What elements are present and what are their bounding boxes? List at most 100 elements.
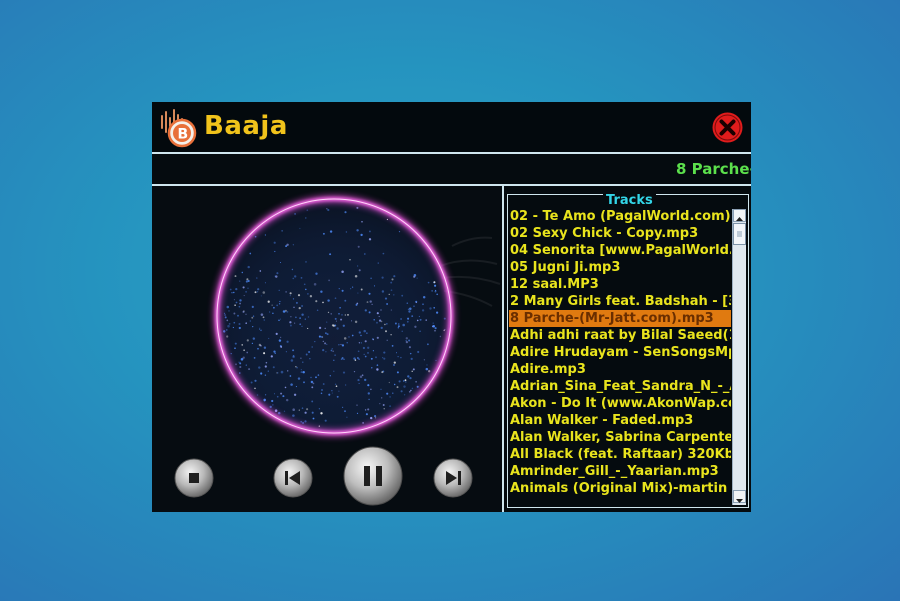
visualizer-particle bbox=[398, 323, 400, 325]
visualizer-particle bbox=[361, 374, 364, 377]
visualizer-particle bbox=[425, 367, 429, 371]
visualizer-particle bbox=[263, 398, 266, 402]
previous-button[interactable] bbox=[273, 458, 313, 498]
visualizer-particle bbox=[396, 386, 399, 389]
visualizer-particle bbox=[370, 388, 372, 391]
visualizer-particle bbox=[408, 390, 411, 393]
visualizer-particle bbox=[279, 318, 282, 320]
visualizer-particle bbox=[275, 332, 278, 335]
visualizer-particle bbox=[358, 358, 360, 360]
visualizer-particle bbox=[368, 238, 372, 241]
track-item[interactable]: 05 Jugni Ji.mp3 bbox=[509, 259, 731, 276]
visualizer-particle bbox=[270, 355, 273, 358]
visualizer-particle bbox=[312, 382, 315, 385]
track-item[interactable]: Animals vs. Bomb A Drop (TJO Tiesto).mp3 bbox=[509, 497, 731, 498]
visualizer-particle bbox=[334, 383, 337, 386]
visualizer-particle bbox=[309, 295, 313, 298]
visualizer-particle bbox=[374, 417, 377, 419]
track-list-scrollbar[interactable] bbox=[732, 209, 746, 505]
visualizer-particle bbox=[245, 313, 247, 315]
player-window: B Baaja 8 Parche- Tracks 02 - Te Amo (Pa… bbox=[152, 102, 751, 512]
visualizer-particle bbox=[411, 387, 414, 390]
visualizer-particle bbox=[340, 318, 343, 321]
visualizer-particle bbox=[421, 309, 425, 312]
track-item[interactable]: Amrinder_Gill_-_Yaarian.mp3 bbox=[509, 463, 731, 480]
visualizer-particle bbox=[235, 363, 237, 366]
visualizer-particle bbox=[299, 323, 302, 326]
scroll-thumb[interactable] bbox=[733, 223, 746, 245]
visualizer-particle bbox=[415, 381, 417, 383]
track-item[interactable]: Adire.mp3 bbox=[509, 361, 731, 378]
visualizer-particle bbox=[382, 404, 385, 406]
visualizer-particle bbox=[268, 337, 270, 339]
visualizer-particle bbox=[331, 390, 333, 392]
visualizer-particle bbox=[240, 358, 244, 361]
visualizer-particle bbox=[251, 316, 254, 319]
visualizer-particle bbox=[307, 316, 310, 318]
visualizer-particle bbox=[260, 313, 264, 316]
scroll-up-button[interactable] bbox=[733, 209, 746, 222]
visualizer-particle bbox=[320, 290, 323, 293]
visualizer-particle bbox=[432, 322, 434, 324]
now-playing-marquee: 8 Parche- bbox=[152, 154, 751, 184]
track-item[interactable]: 2 Many Girls feat. Badshah - [320kbps].m… bbox=[509, 293, 731, 310]
visualizer-particle bbox=[413, 275, 416, 278]
track-list[interactable]: 02 - Te Amo (PagalWorld.com).mp302 Sexy … bbox=[509, 208, 731, 498]
stop-button[interactable] bbox=[174, 458, 214, 498]
next-button[interactable] bbox=[433, 458, 473, 498]
visualizer-particle bbox=[409, 307, 412, 310]
track-item[interactable]: Akon - Do It (www.AkonWap.com).mp3 bbox=[509, 395, 731, 412]
visualizer-particle bbox=[264, 234, 266, 236]
visualizer-particle bbox=[375, 356, 377, 359]
visualizer-particle bbox=[233, 299, 235, 301]
track-item[interactable]: Adrian_Sina_Feat_Sandra_N_-_Angel.mp3 bbox=[509, 378, 731, 395]
close-icon[interactable] bbox=[712, 112, 743, 143]
visualizer-particle bbox=[265, 394, 267, 396]
track-item[interactable]: Adhi adhi raat by Bilal Saeed(1).mp3 bbox=[509, 327, 731, 344]
visualizer-particle bbox=[285, 291, 287, 293]
scroll-down-button[interactable] bbox=[733, 490, 746, 503]
visualizer-particle bbox=[326, 321, 328, 323]
visualizer-particle bbox=[260, 295, 262, 297]
visualizer-particle bbox=[383, 351, 386, 354]
track-item[interactable]: Alan Walker, Sabrina Carpenter - On My W… bbox=[509, 429, 731, 446]
visualizer-particle bbox=[252, 326, 254, 328]
visualizer-particle bbox=[339, 306, 341, 309]
visualizer-particle bbox=[239, 372, 241, 374]
visualizer-particle bbox=[358, 331, 361, 334]
track-item[interactable]: Alan Walker - Faded.mp3 bbox=[509, 412, 731, 429]
visualizer-particle bbox=[332, 324, 336, 327]
visualizer-particle bbox=[365, 413, 368, 416]
visualizer-particle bbox=[326, 343, 328, 345]
track-item[interactable]: Adire Hrudayam - SenSongsMp3.co.mp3 bbox=[509, 344, 731, 361]
visualizer-particle bbox=[377, 262, 379, 264]
visualizer-particle bbox=[290, 359, 294, 362]
visualizer-particle bbox=[321, 389, 323, 391]
visualizer-particle bbox=[388, 293, 390, 295]
visualizer-particle bbox=[348, 336, 350, 338]
visualizer-particle bbox=[262, 291, 266, 294]
visualizer-particle bbox=[340, 343, 342, 345]
visualizer-particle bbox=[443, 317, 446, 320]
visualizer-particle bbox=[287, 370, 289, 372]
track-item[interactable]: 02 - Te Amo (PagalWorld.com).mp3 bbox=[509, 208, 731, 225]
track-item-selected[interactable]: 8 Parche-(Mr-Jatt.com).mp3 bbox=[509, 310, 731, 327]
track-item[interactable]: Animals (Original Mix)-martin garrix.mp3 bbox=[509, 480, 731, 497]
track-item[interactable]: 02 Sexy Chick - Copy.mp3 bbox=[509, 225, 731, 242]
visualizer-particle bbox=[391, 278, 394, 281]
visualizer-particle bbox=[383, 408, 385, 410]
track-item[interactable]: 04 Senorita [www.PagalWorld.com].mp3 bbox=[509, 242, 731, 259]
visualizer-panel bbox=[152, 186, 502, 512]
track-item[interactable]: All Black (feat. Raftaar) 320Kbps.mp3 bbox=[509, 446, 731, 463]
visualizer-particle bbox=[356, 265, 359, 267]
visualizer-particle bbox=[385, 322, 388, 325]
track-item[interactable]: 12 saal.MP3 bbox=[509, 276, 731, 293]
pause-button[interactable] bbox=[343, 446, 403, 506]
visualizer-particle bbox=[293, 393, 297, 396]
visualizer-particle bbox=[373, 318, 375, 321]
visualizer-particle bbox=[318, 425, 320, 427]
visualizer-particle bbox=[346, 342, 348, 344]
tracks-legend: Tracks bbox=[603, 194, 656, 208]
visualizer-particle bbox=[225, 329, 228, 331]
visualizer-particle bbox=[222, 330, 226, 333]
